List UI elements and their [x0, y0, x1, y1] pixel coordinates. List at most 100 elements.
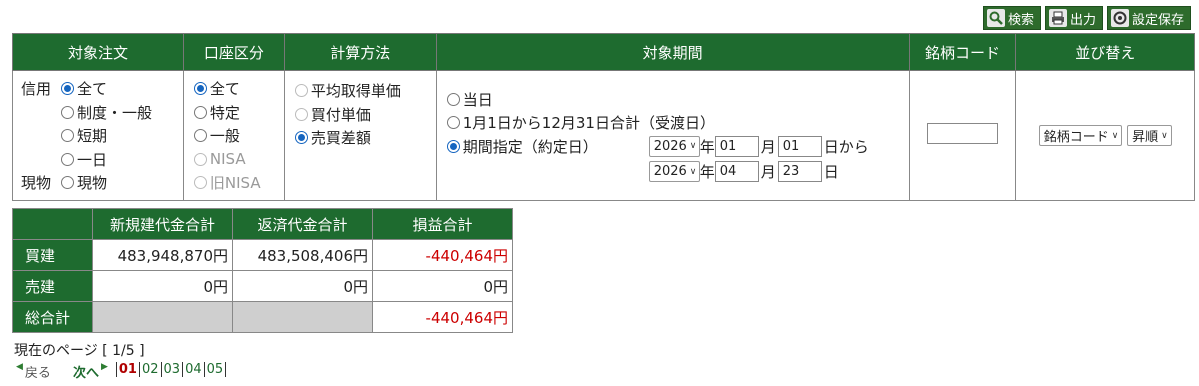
- chevron-down-icon: ∨: [1161, 130, 1168, 141]
- order-ichinichi-label: 一日: [77, 150, 108, 169]
- next-link[interactable]: 次へ ▶: [73, 362, 108, 381]
- row-label-kaidate: 買建: [12, 239, 93, 271]
- header-account-type: 口座区分: [182, 33, 285, 71]
- order-tanki-label: 短期: [77, 127, 108, 145]
- magnifier-icon: [986, 9, 1005, 27]
- prev-link[interactable]: ◀ 戻る: [16, 362, 51, 381]
- period-yearly-label: 1月1日から12月31日合計（受渡日）: [462, 114, 715, 133]
- gear-icon: [1110, 9, 1129, 27]
- to-month-unit: 月: [760, 163, 776, 182]
- period-range-radio[interactable]: [446, 139, 460, 153]
- page-info: 現在のページ [ 1/5 ]: [14, 343, 145, 359]
- calc-average-radio[interactable]: [294, 84, 308, 98]
- account-nisa-radio[interactable]: [193, 152, 207, 166]
- period-cell: 当日 1月1日から12月31日合計（受渡日） 期間指定（約定日） 2026 ∨ …: [435, 70, 910, 201]
- toolbar: 検索 出力 設定保存: [982, 6, 1191, 30]
- printer-icon: [1048, 9, 1067, 27]
- save-settings-button[interactable]: 設定保存: [1106, 6, 1191, 30]
- triangle-left-icon: ◀: [16, 362, 23, 372]
- to-year-select[interactable]: 2026 ∨: [648, 161, 700, 183]
- sort-field-value: 銘柄コード: [1043, 130, 1109, 145]
- summary-header-pl: 損益合計: [372, 208, 513, 240]
- calc-average-label: 平均取得単価: [310, 82, 401, 101]
- next-label: 次へ: [72, 366, 99, 381]
- kaidate-pl-total: -440,464円: [372, 239, 513, 271]
- order-all-label: 全て: [77, 80, 108, 98]
- period-today-radio[interactable]: [446, 92, 460, 106]
- genbutsu-label: 現物: [21, 174, 52, 192]
- grand-new-total: [92, 301, 233, 333]
- account-tokutei-radio[interactable]: [193, 105, 207, 119]
- order-all-radio[interactable]: [61, 82, 74, 95]
- to-suffix: 日: [823, 163, 839, 182]
- row-label-grand-total: 総合計: [12, 301, 93, 333]
- search-button[interactable]: 検索: [982, 6, 1041, 30]
- pagination: ◀ 戻る 次へ ▶ 01 02 03 04 05: [16, 362, 227, 381]
- page-links: 01 02 03 04 05: [115, 362, 227, 377]
- period-yearly-radio[interactable]: [446, 116, 460, 130]
- page-link-04[interactable]: 04: [183, 362, 205, 377]
- order-type-cell: 信用 全て 制度・一般 短期 一日 現物 現物: [12, 70, 184, 201]
- order-seido-label: 制度・一般: [77, 103, 153, 122]
- code-cell: [908, 70, 1017, 201]
- summary-table: 新規建代金合計 返済代金合計 損益合計 買建 483,948,870円 483,…: [12, 208, 513, 333]
- from-suffix: 日から: [823, 137, 869, 156]
- from-month-input[interactable]: 01: [714, 135, 759, 157]
- calc-method-cell: 平均取得単価 買付単価 売買差額: [283, 70, 437, 201]
- sort-order-value: 昇順: [1132, 130, 1159, 145]
- order-genbutsu-option-label: 現物: [77, 174, 108, 192]
- table-row: 総合計 -440,464円: [12, 301, 513, 333]
- to-year-value: 2026: [653, 164, 687, 180]
- header-sort: 並び替え: [1015, 33, 1195, 71]
- calc-diff-label: 売買差額: [310, 129, 371, 148]
- page-link-05[interactable]: 05: [205, 362, 227, 377]
- chevron-down-icon: ∨: [689, 166, 697, 177]
- shinyo-label: 信用: [21, 80, 52, 98]
- from-year-value: 2026: [653, 138, 687, 154]
- to-day-input[interactable]: 23: [777, 161, 822, 183]
- grand-close-total: [232, 301, 373, 333]
- save-settings-button-label: 設定保存: [1131, 12, 1184, 28]
- summary-header-new: 新規建代金合計: [92, 208, 233, 240]
- summary-corner-header: [12, 208, 93, 240]
- filter-table: 対象注文 口座区分 計算方法 対象期間 銘柄コード 並び替え 信用 全て 制度・…: [12, 33, 1195, 201]
- code-input[interactable]: [926, 123, 998, 144]
- account-old-nisa-radio[interactable]: [193, 176, 207, 189]
- order-tanki-radio[interactable]: [61, 129, 74, 142]
- account-ippan-radio[interactable]: [193, 129, 207, 142]
- sort-field-select[interactable]: 銘柄コード ∨: [1038, 125, 1123, 146]
- to-year-unit: 年: [699, 163, 715, 182]
- print-button[interactable]: 出力: [1044, 6, 1103, 30]
- account-all-radio[interactable]: [193, 82, 207, 95]
- page-link-01[interactable]: 01: [115, 362, 140, 377]
- summary-header-close: 返済代金合計: [232, 208, 373, 240]
- sort-order-select[interactable]: 昇順 ∨: [1127, 125, 1172, 146]
- order-ichinichi-radio[interactable]: [61, 152, 74, 166]
- uridate-close-total: 0円: [232, 270, 373, 302]
- account-old-nisa-label: 旧NISA: [209, 174, 261, 192]
- calc-diff-radio[interactable]: [294, 131, 308, 145]
- account-ippan-label: 一般: [209, 127, 240, 145]
- row-label-uridate: 売建: [12, 270, 93, 302]
- account-nisa-label: NISA: [209, 150, 246, 168]
- kaidate-new-total: 483,948,870円: [92, 239, 233, 271]
- sort-cell: 銘柄コード ∨ 昇順 ∨: [1015, 70, 1195, 201]
- prev-label: 戻る: [24, 366, 51, 381]
- order-genbutsu-radio[interactable]: [61, 176, 74, 189]
- grand-pl-total: -440,464円: [372, 301, 513, 333]
- triangle-right-icon: ▶: [100, 362, 108, 372]
- page-link-03[interactable]: 03: [162, 362, 184, 377]
- page-link-02[interactable]: 02: [140, 362, 162, 377]
- calc-purchase-radio[interactable]: [294, 107, 308, 121]
- header-calc-method: 計算方法: [283, 33, 437, 71]
- to-month-input[interactable]: 04: [714, 161, 759, 183]
- from-year-unit: 年: [699, 137, 715, 156]
- calc-purchase-label: 買付単価: [310, 105, 371, 124]
- order-seido-radio[interactable]: [61, 105, 74, 119]
- from-year-select[interactable]: 2026 ∨: [648, 135, 700, 157]
- header-order-type: 対象注文: [12, 33, 184, 71]
- from-day-input[interactable]: 01: [777, 135, 822, 157]
- account-tokutei-label: 特定: [209, 103, 240, 122]
- account-all-label: 全て: [209, 80, 240, 98]
- search-button-label: 検索: [1007, 12, 1034, 28]
